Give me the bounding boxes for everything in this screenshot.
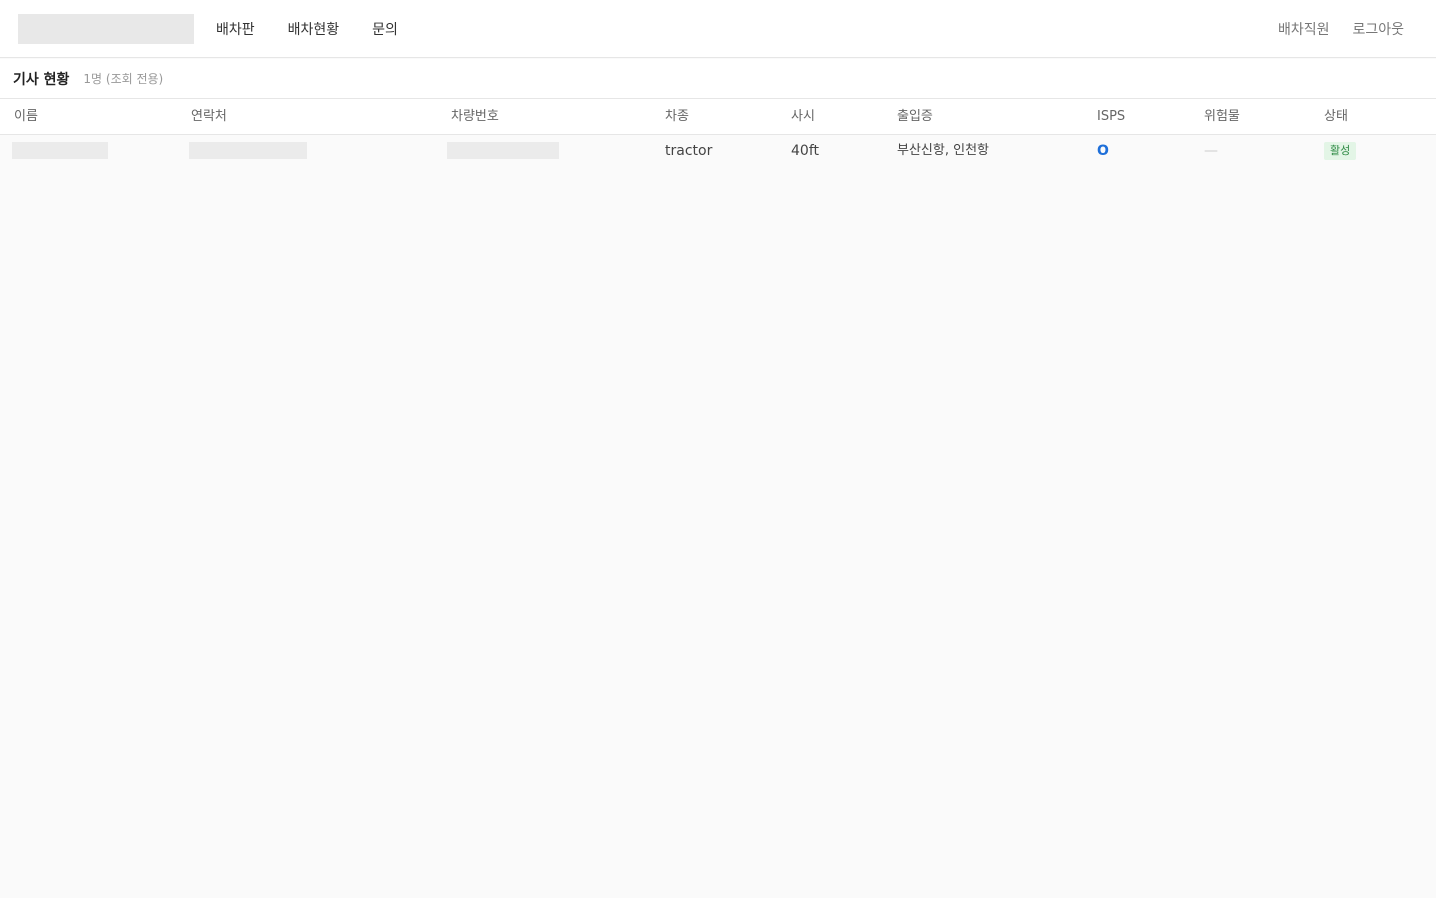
nav-item-inquiry[interactable]: 문의 xyxy=(372,19,398,39)
contact-cell-redacted xyxy=(189,142,307,159)
page-subtitle: 1명 (조회 전용) xyxy=(83,72,164,86)
main-nav: 배차판 배차현황 문의 xyxy=(216,0,431,58)
status-badge: 활성 xyxy=(1324,142,1357,160)
nav-item-dispatch-status[interactable]: 배차현황 xyxy=(288,19,340,39)
isps-cell: O xyxy=(1097,143,1109,159)
page-title: 기사 현황 xyxy=(13,71,70,88)
hazmat-cell: — xyxy=(1204,143,1218,159)
column-header-isps[interactable]: ISPS xyxy=(1097,99,1125,134)
vehicle-type-cell: tractor xyxy=(665,143,713,159)
user-role-label: 배차직원 xyxy=(1277,22,1330,38)
column-header-name[interactable]: 이름 xyxy=(14,99,38,134)
name-cell-redacted xyxy=(12,142,108,159)
column-header-plate[interactable]: 차량번호 xyxy=(451,99,499,134)
pass-cell: 부산신항, 인천항 xyxy=(897,143,989,158)
table-row[interactable]: tractor 40ft 부산신항, 인천항 O — 활성 xyxy=(0,135,1436,169)
nav-item-dispatch-board[interactable]: 배차판 xyxy=(216,19,255,39)
column-header-hazmat[interactable]: 위험물 xyxy=(1204,99,1240,134)
column-header-contact[interactable]: 연락처 xyxy=(191,99,227,134)
page-header: 기사 현황 1명 (조회 전용) xyxy=(0,59,1436,99)
column-header-pass[interactable]: 출입증 xyxy=(897,99,933,134)
user-area: 배차직원 로그아웃 xyxy=(1278,0,1404,58)
logout-button[interactable]: 로그아웃 xyxy=(1352,19,1404,39)
logo[interactable] xyxy=(18,14,194,44)
top-navigation-bar: 배차판 배차현황 문의 배차직원 로그아웃 xyxy=(0,0,1436,58)
column-header-vehicle-type[interactable]: 차종 xyxy=(665,99,689,134)
chassis-cell: 40ft xyxy=(791,143,819,159)
column-header-chassis[interactable]: 사시 xyxy=(791,99,815,134)
table-header: 이름 연락처 차량번호 차종 사시 출입증 ISPS 위험물 상태 xyxy=(0,99,1436,135)
column-header-status[interactable]: 상태 xyxy=(1324,99,1348,134)
plate-cell-redacted xyxy=(447,142,559,159)
